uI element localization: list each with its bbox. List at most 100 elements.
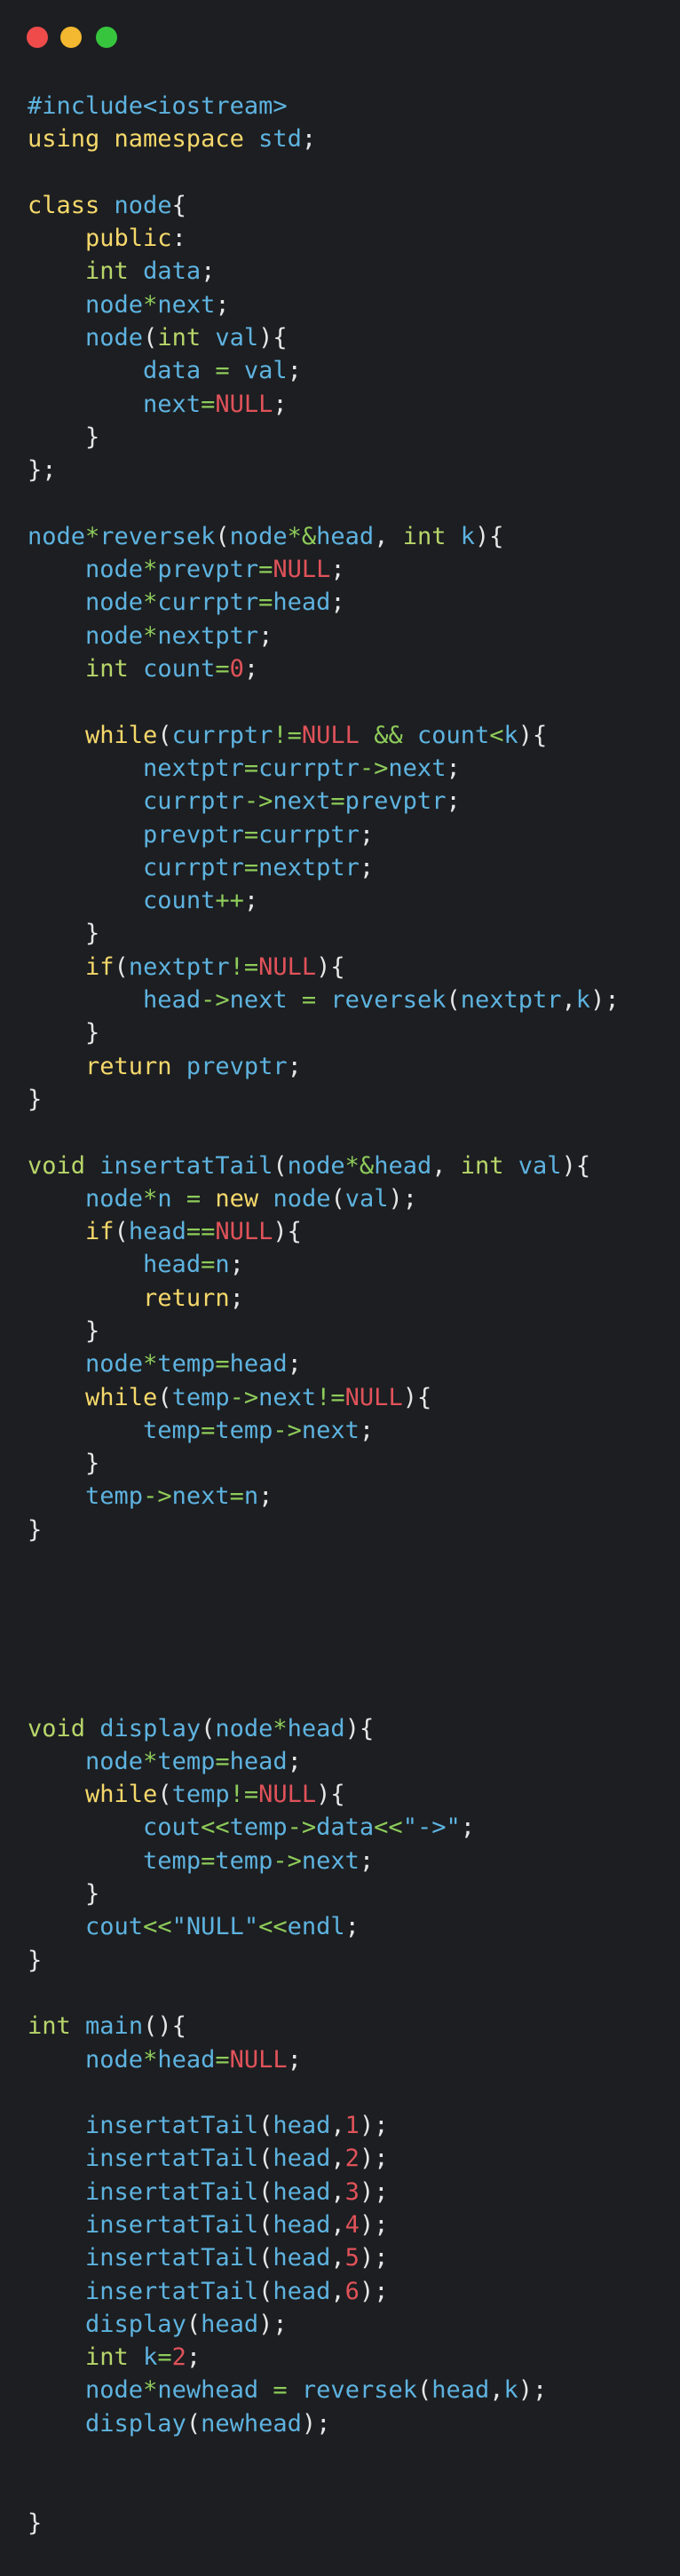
code-line: node(int val){ [28,321,620,354]
code-type: int [402,522,447,550]
code-identifier: node [114,191,172,219]
code-text: ( [157,721,172,749]
code-identifier: node [85,589,144,617]
code-identifier: endl [287,1913,345,1941]
code-identifier: temp [171,1383,230,1411]
code-line: cout<<temp->data<<"->"; [28,1811,620,1844]
code-line: next=NULL; [28,388,620,421]
close-window-icon[interactable] [27,27,48,48]
code-text: ); [301,2409,331,2438]
code-window: #include<iostream> using namespace std; c… [0,0,680,2576]
code-line: #include<iostream> [28,90,620,122]
code-line: while(temp!=NULL){ [28,1778,620,1811]
code-text: ; [301,125,317,154]
code-identifier: temp [215,1416,273,1444]
code-identifier: count [143,887,216,915]
code-text: , [330,2145,345,2173]
code-identifier: cout [143,1813,202,1842]
code-identifier: node [273,1184,331,1213]
code-literal: 2 [171,2343,186,2372]
code-identifier: display [85,2310,186,2338]
code-keyword: while [85,1383,158,1411]
code-text: } [28,1450,100,1478]
code-text: ){ [258,324,288,352]
code-identifier: currptr [258,754,360,782]
code-identifier: next [171,1482,230,1511]
code-line: int main(){ [28,2010,620,2043]
code-line: node*newhead = reversek(head,k); [28,2374,620,2406]
code-identifier: temp [215,1846,273,1875]
code-identifier: reversek [301,2376,417,2405]
code-text: , [374,522,403,550]
code-operator: = [273,2376,288,2405]
code-identifier: prevptr [157,556,259,584]
code-operator: << [143,1913,172,1941]
code-text: ; [359,853,375,881]
code-operator: ++ [215,887,244,915]
code-identifier: currptr [143,853,244,881]
code-text: ){ [518,721,548,749]
code-text: ); [590,986,620,1015]
code-text: : [171,225,186,253]
code-text: ; [287,1350,302,1379]
code-operator: = [215,2045,230,2074]
code-text: ){ [344,1714,375,1742]
code-operator: * [143,2045,158,2074]
code-operator: << [201,1813,230,1842]
code-operator: == [186,1218,216,1246]
code-identifier: k [460,522,476,550]
code-operator: *& [287,522,317,550]
code-text: ; [287,357,302,385]
code-line: insertatTail(head,4); [28,2209,620,2241]
code-identifier: head [287,1714,345,1742]
code-identifier: insertatTail [99,1151,273,1180]
code-operator: = [258,556,273,584]
code-text: ( [186,2409,202,2438]
window-titlebar [0,0,680,71]
code-text: ( [114,952,129,981]
code-operator: = [186,1184,202,1213]
code-operator: * [143,1350,158,1379]
code-text: ){ [475,522,504,550]
minimize-window-icon[interactable] [60,27,82,48]
code-literal: NULL [258,1781,317,1809]
code-text: ); [359,2177,389,2206]
code-literal: 6 [344,2277,360,2305]
code-identifier: node [85,324,144,352]
code-text: ); [518,2376,548,2405]
code-text: } [28,423,100,451]
code-identifier: head [273,2277,331,2305]
code-identifier: next [301,1416,360,1444]
code-operator: << [258,1913,288,1941]
code-line: public: [28,222,620,255]
code-keyword: class [28,191,100,219]
code-text: ( [258,2277,273,2305]
code-line: if(nextptr!=NULL){ [28,951,620,984]
code-keyword: if [85,1218,115,1246]
code-identifier: val [215,324,259,352]
code-identifier: node [85,290,144,319]
maximize-window-icon[interactable] [96,27,117,48]
code-string: "->" [402,1813,461,1842]
code-operator: = [243,853,259,881]
code-identifier: node [28,522,86,550]
code-operator: = [201,1251,216,1279]
code-text: ; [446,754,461,782]
code-type: int [28,2012,71,2041]
code-text: ; [243,655,259,684]
code-identifier: n [215,1251,230,1279]
